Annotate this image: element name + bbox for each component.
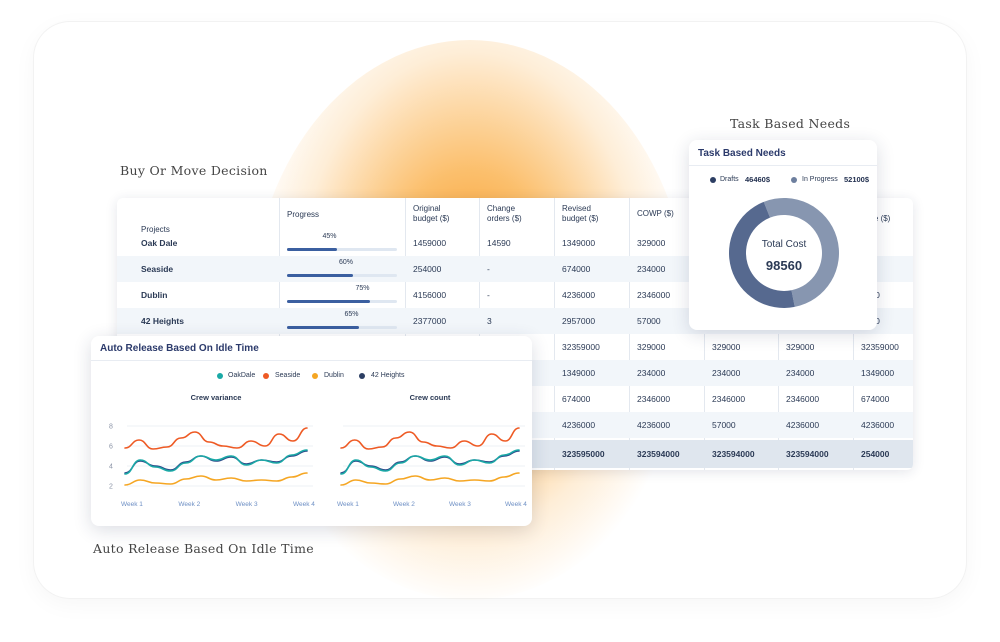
cell-revised: 1349000 — [562, 238, 596, 248]
header-progress: Progress — [287, 210, 320, 219]
header-change-2: orders ($) — [487, 214, 522, 223]
x-tick-label: Week 2 — [393, 501, 415, 508]
cell-c6: 329000 — [712, 342, 741, 352]
project-name: Dublin — [141, 290, 168, 300]
auto-release-card: Auto Release Based On Idle Time OakDale … — [91, 336, 532, 526]
project-name: 42 Heights — [141, 316, 184, 326]
y-tick-label: 2 — [109, 484, 113, 491]
progress-fill — [287, 326, 359, 329]
series-line-dublin — [124, 472, 308, 486]
cell-cowp: 329000 — [637, 342, 666, 352]
x-tick-label: Week 1 — [121, 501, 143, 508]
chart-crew-variance: Crew variance 8 6 4 2 Week 1 Week 2 Week 3 Week … — [109, 393, 315, 508]
total-c7: 323594000 — [786, 449, 829, 459]
header-original-1: Original — [413, 204, 441, 213]
x-tick-label: Week 4 — [505, 501, 527, 508]
cell-c8: 4236000 — [861, 420, 895, 430]
total-cowp: 323594000 — [637, 449, 680, 459]
series-line-oakdale — [340, 449, 520, 475]
cell-change: - — [487, 290, 490, 300]
cell-c8: 32359000 — [861, 342, 899, 352]
chart-title: Crew variance — [191, 393, 242, 402]
cell-c6: 2346000 — [712, 394, 746, 404]
cell-revised: 2957000 — [562, 316, 596, 326]
cell-original: 2377000 — [413, 316, 447, 326]
cell-change: - — [487, 264, 490, 274]
x-tick-label: Week 3 — [449, 501, 471, 508]
cell-c8: 674000 — [861, 394, 890, 404]
task-based-needs-card: Task Based Needs Drafts 46460$ In Progre… — [689, 140, 877, 330]
cell-revised: 4236000 — [562, 290, 596, 300]
cell-revised: 1349000 — [562, 368, 596, 378]
cell-original: 4156000 — [413, 290, 447, 300]
header-revised-2: budget ($) — [562, 214, 599, 223]
header-revised-1: Revised — [562, 204, 591, 213]
series-line-oakdale — [124, 449, 308, 475]
cell-c8: 1349000 — [861, 368, 895, 378]
caption-buy-or-move: Buy Or Move Decision — [120, 163, 268, 178]
header-change-1: Change — [487, 204, 516, 213]
project-name: Seaside — [141, 264, 174, 274]
progress-percent: 65% — [344, 311, 359, 318]
progress-percent: 45% — [322, 233, 337, 240]
cell-cowp: 4236000 — [637, 420, 671, 430]
y-tick-label: 8 — [109, 424, 113, 431]
total-revised: 323595000 — [562, 449, 605, 459]
x-tick-label: Week 3 — [236, 501, 258, 508]
progress-bar: 45% — [287, 230, 397, 251]
x-tick-label: Week 4 — [293, 501, 315, 508]
donut-center-label: Total Cost — [762, 239, 807, 250]
donut-slice-drafts[interactable] — [729, 201, 795, 308]
cell-revised: 674000 — [562, 264, 591, 274]
cell-cowp: 234000 — [637, 368, 666, 378]
x-tick-label: Week 1 — [337, 501, 359, 508]
progress-bar: 65% — [287, 308, 397, 329]
x-tick-label: Week 2 — [178, 501, 200, 508]
progress-fill — [287, 248, 337, 251]
y-tick-label: 4 — [109, 464, 113, 471]
cell-cowp: 234000 — [637, 264, 666, 274]
cell-revised: 674000 — [562, 394, 591, 404]
header-original-2: budget ($) — [413, 214, 450, 223]
cell-c6: 57000 — [712, 420, 736, 430]
total-cost-donut: Total Cost 98560 — [729, 198, 839, 308]
progress-percent: 75% — [355, 285, 370, 292]
cell-original: 1459000 — [413, 238, 447, 248]
cell-c7: 234000 — [786, 368, 815, 378]
cell-revised: 4236000 — [562, 420, 596, 430]
total-c6: 323594000 — [712, 449, 755, 459]
cell-c7: 2346000 — [786, 394, 820, 404]
series-line-dublin — [340, 472, 520, 486]
cell-cowp: 2346000 — [637, 394, 671, 404]
progress-fill — [287, 300, 370, 303]
progress-bar: 75% — [287, 282, 397, 303]
cell-change: 3 — [487, 316, 492, 326]
cell-original: 254000 — [413, 264, 442, 274]
project-name: Oak Dale — [141, 238, 178, 248]
cell-cowp: 329000 — [637, 238, 666, 248]
crew-line-charts: Crew variance 8 6 4 2 Week 1 Week 2 Week 3 Week … — [109, 393, 527, 508]
total-c8: 254000 — [861, 449, 890, 459]
caption-task-based: Task Based Needs — [730, 116, 851, 131]
cell-c7: 4236000 — [786, 420, 820, 430]
cell-c7: 329000 — [786, 342, 815, 352]
header-cowp: COWP ($) — [637, 209, 674, 218]
donut-center-value: 98560 — [766, 258, 802, 273]
progress-fill — [287, 274, 353, 277]
cell-revised: 32359000 — [562, 342, 600, 352]
progress-bar: 60% — [287, 256, 397, 277]
cell-cowp: 57000 — [637, 316, 661, 326]
chart-crew-count: Crew count Week 1 Week 2 Week 3 Week 4 — [337, 393, 527, 508]
cell-cowp: 2346000 — [637, 290, 671, 300]
progress-percent: 60% — [339, 259, 354, 266]
cell-change: 14590 — [487, 238, 511, 248]
caption-auto-release: Auto Release Based On Idle Time — [93, 541, 314, 556]
cell-c6: 234000 — [712, 368, 741, 378]
y-tick-label: 6 — [109, 444, 113, 451]
chart-title: Crew count — [410, 393, 451, 402]
